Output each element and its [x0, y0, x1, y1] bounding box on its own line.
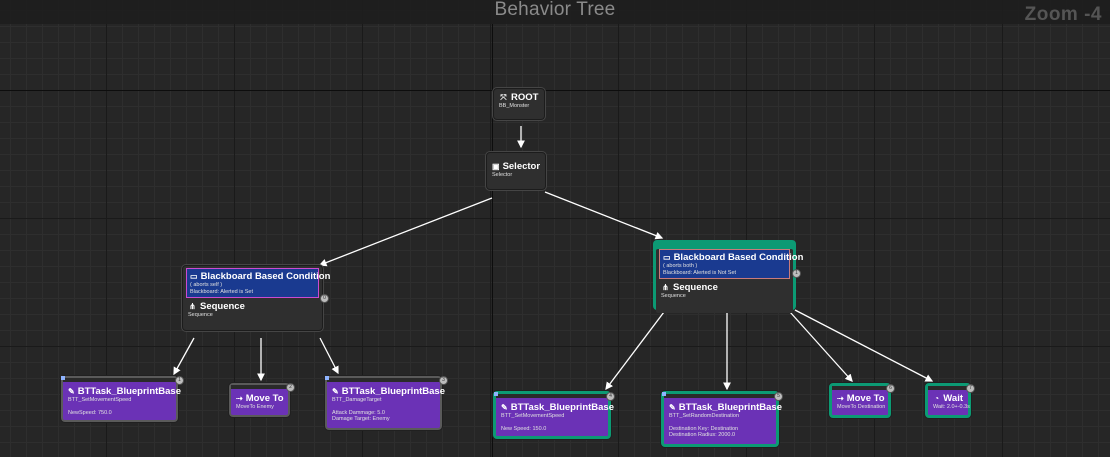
- task-wait[interactable]: ◔ Wait Wait: 2.0+-0.3s 7: [925, 383, 975, 418]
- blueprint-task-icon: ✎: [501, 403, 508, 412]
- task-class: BTT_DamageTarget: [332, 397, 382, 403]
- execution-order-badge: 1: [792, 269, 801, 278]
- left-decorator-title: Blackboard Based Condition: [200, 271, 331, 282]
- blackboard-icon: ▭: [190, 272, 198, 281]
- right-decorator-title: Blackboard Based Condition: [673, 252, 804, 263]
- right-sequence-subtitle: Sequence: [661, 293, 686, 299]
- wire-selector-left: [318, 197, 493, 267]
- root-title: ROOT: [511, 92, 539, 103]
- task-header-band: [327, 378, 440, 382]
- task-class: Wait: 2.0+-0.3s: [933, 404, 970, 410]
- right-sequence-title: Sequence: [673, 282, 718, 293]
- wire-right-task4: [794, 309, 934, 382]
- execution-order-badge: 7: [966, 384, 975, 393]
- execution-order-badge: 6: [886, 384, 895, 393]
- task-param: New Speed: 150.0: [501, 425, 547, 432]
- blackboard-icon: ▭: [663, 253, 671, 262]
- breakpoint-marker: [494, 392, 498, 396]
- wire-right-task3: [789, 311, 853, 382]
- task-class: BTT_SetMovementSpeed: [501, 413, 565, 419]
- selector-icon: ▣: [492, 162, 500, 171]
- task-set-movement-speed-left[interactable]: ✎ BTTask_BlueprintBase BTT_SetMovementSpe…: [61, 376, 184, 422]
- selector-title: Selector: [502, 161, 541, 172]
- left-sequence-subtitle: Sequence: [188, 312, 213, 318]
- breakpoint-marker: [662, 392, 666, 396]
- task-class: MoveTo Enemy: [236, 404, 274, 410]
- task-header-band: [664, 394, 776, 398]
- task-header-band: [928, 386, 968, 390]
- left-sequence-title: Sequence: [200, 301, 245, 312]
- wait-icon: ◔: [934, 394, 940, 403]
- task-title: BTTask_BlueprintBase: [510, 402, 615, 413]
- execution-order-badge: 5: [774, 392, 783, 401]
- selector-node[interactable]: ▣ Selector Selector: [486, 152, 546, 190]
- task-header-band: [832, 386, 888, 390]
- sequence-icon: ⋔: [189, 302, 196, 311]
- task-class: BTT_SetRandomDestination: [669, 413, 740, 419]
- blueprint-task-icon: ✎: [669, 403, 676, 412]
- task-param: NewSpeed: 750.0: [68, 409, 112, 416]
- left-sequence-node[interactable]: ▭ Blackboard Based Condition ( aborts sel…: [182, 265, 330, 331]
- task-set-movement-speed-right[interactable]: ✎ BTTask_BlueprintBase BTT_SetMovementSpe…: [493, 391, 615, 439]
- root-node[interactable]: ⤧ ROOT BB_Monster: [493, 88, 545, 120]
- task-param: Destination Radius: 2000.0: [669, 432, 736, 438]
- task-class: BTT_SetMovementSpeed: [68, 397, 132, 403]
- selector-subtitle: Selector: [492, 172, 513, 178]
- task-title: Move To: [245, 393, 284, 404]
- task-title: BTTask_BlueprintBase: [77, 386, 182, 397]
- task-title: BTTask_BlueprintBase: [678, 402, 783, 413]
- task-title: Wait: [943, 393, 963, 404]
- task-header-band: [231, 385, 288, 389]
- execution-order-badge: 1: [175, 376, 184, 385]
- task-param: Damage Target: Enemy: [332, 416, 390, 422]
- task-move-to-destination[interactable]: ⇢ Move To MoveTo Destination 6: [829, 383, 895, 418]
- left-decorator[interactable]: ▭ Blackboard Based Condition ( aborts sel…: [186, 268, 330, 298]
- task-header-band: [63, 378, 176, 382]
- sequence-icon: ⋔: [662, 283, 669, 292]
- task-set-random-destination[interactable]: ✎ BTTask_BlueprintBase BTT_SetRandomDesti…: [661, 391, 783, 447]
- breakpoint-marker: [61, 376, 65, 380]
- blueprint-task-icon: ✎: [68, 387, 75, 396]
- right-sequence-node[interactable]: ▭ Blackboard Based Condition ( aborts bot…: [653, 240, 803, 313]
- execution-order-badge: 2: [286, 383, 295, 392]
- task-title: Move To: [846, 393, 885, 404]
- execution-order-badge: 4: [606, 392, 615, 401]
- wire-left-task1: [173, 337, 195, 376]
- execution-order-badge: 0: [320, 294, 329, 303]
- root-subtitle: BB_Monster: [499, 103, 530, 109]
- task-header-band: [496, 394, 608, 398]
- blueprint-task-icon: ✎: [332, 387, 339, 396]
- wire-right-task1: [605, 311, 665, 391]
- task-damage-target[interactable]: ✎ BTTask_BlueprintBase BTT_DamageTarget A…: [325, 376, 448, 430]
- left-decorator-condition: Blackboard: Alerted is Set: [190, 288, 253, 295]
- move-to-icon: ⇢: [837, 394, 844, 403]
- breakpoint-marker: [325, 376, 329, 380]
- root-icon: ⤧: [500, 93, 507, 102]
- task-move-to-enemy[interactable]: ⇢ Move To MoveTo Enemy 2: [229, 383, 295, 417]
- wire-left-task3: [319, 337, 339, 375]
- right-decorator[interactable]: ▭ Blackboard Based Condition ( aborts bot…: [659, 249, 803, 279]
- wire-selector-right: [544, 191, 664, 240]
- task-title: BTTask_BlueprintBase: [341, 386, 446, 397]
- task-class: MoveTo Destination: [837, 404, 886, 410]
- execution-order-badge: 3: [439, 376, 448, 385]
- move-to-icon: ⇢: [236, 394, 243, 403]
- right-decorator-condition: Blackboard: Alerted is Not Set: [663, 269, 737, 276]
